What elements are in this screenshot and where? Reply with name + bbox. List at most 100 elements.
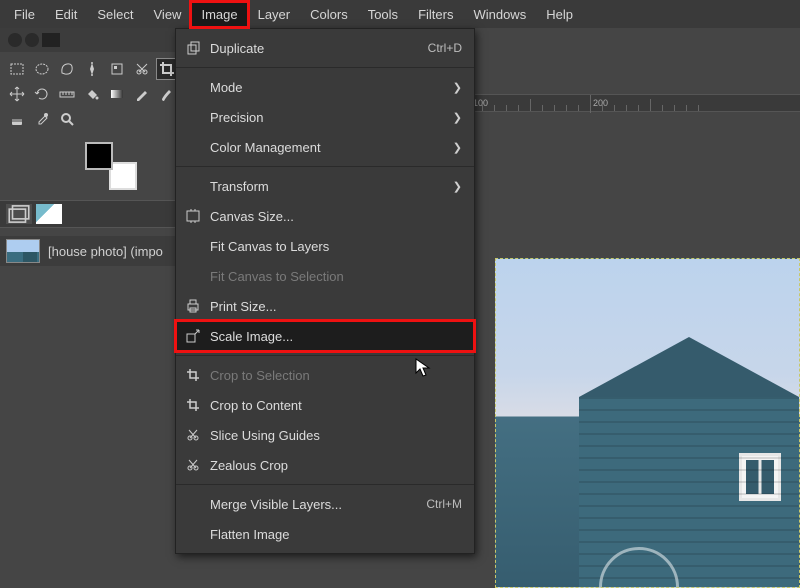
blank-icon: [184, 78, 202, 96]
menu-item-color-management[interactable]: Color Management ❯: [176, 132, 474, 162]
ruler-tick-label: 200: [593, 98, 608, 108]
menu-item-label: Canvas Size...: [210, 209, 462, 224]
dock-tab-thumbnail[interactable]: [36, 204, 62, 224]
dock-tab-layers[interactable]: [6, 204, 32, 224]
menu-item-mode[interactable]: Mode ❯: [176, 72, 474, 102]
tool-pencil[interactable]: [131, 83, 153, 105]
menu-item-merge-visible-layers[interactable]: Merge Visible Layers... Ctrl+M: [176, 489, 474, 519]
tool-rect-select[interactable]: [6, 58, 28, 80]
menu-item-crop-to-selection: Crop to Selection: [176, 360, 474, 390]
ruler-horizontal: 0100200: [475, 94, 800, 112]
menu-help[interactable]: Help: [536, 2, 583, 27]
color-swatches[interactable]: [85, 142, 137, 190]
menu-view[interactable]: View: [144, 2, 192, 27]
menu-item-fit-canvas-to-layers[interactable]: Fit Canvas to Layers: [176, 231, 474, 261]
menu-item-flatten-image[interactable]: Flatten Image: [176, 519, 474, 549]
menu-separator: [176, 355, 474, 356]
zealous-icon: [184, 456, 202, 474]
layer-item[interactable]: [house photo] (impo: [0, 236, 175, 266]
menu-item-precision[interactable]: Precision ❯: [176, 102, 474, 132]
menu-item-zealous-crop[interactable]: Zealous Crop: [176, 450, 474, 480]
menu-item-label: Flatten Image: [210, 527, 462, 542]
chevron-right-icon: ❯: [453, 81, 462, 94]
menu-item-shortcut: Ctrl+D: [428, 41, 462, 55]
menu-item-label: Duplicate: [210, 41, 420, 56]
menu-select[interactable]: Select: [87, 2, 143, 27]
tool-zoom[interactable]: [56, 108, 78, 130]
menu-item-label: Mode: [210, 80, 445, 95]
background-color-swatch[interactable]: [109, 162, 137, 190]
image-menu-dropdown: DuplicateCtrl+DMode❯Precision❯Color Mana…: [175, 28, 475, 554]
menu-item-slice-using-guides[interactable]: Slice Using Guides: [176, 420, 474, 450]
foreground-color-swatch[interactable]: [85, 142, 113, 170]
menu-item-shortcut: Ctrl+M: [426, 497, 462, 511]
menu-item-scale-image[interactable]: Scale Image...: [176, 321, 474, 351]
dock-tabs: [0, 200, 175, 228]
menu-edit[interactable]: Edit: [45, 2, 87, 27]
menu-item-label: Merge Visible Layers...: [210, 497, 418, 512]
tool-eraser[interactable]: [6, 108, 28, 130]
menu-item-crop-to-content[interactable]: Crop to Content: [176, 390, 474, 420]
menu-item-label: Zealous Crop: [210, 458, 462, 473]
menu-file[interactable]: File: [4, 2, 45, 27]
menu-item-label: Fit Canvas to Layers: [210, 239, 462, 254]
menu-item-label: Fit Canvas to Selection: [210, 269, 462, 284]
blank-icon: [184, 267, 202, 285]
tool-measure[interactable]: [56, 83, 78, 105]
tool-rotate[interactable]: [31, 83, 53, 105]
menu-item-label: Scale Image...: [210, 329, 462, 344]
tool-color-picker[interactable]: [31, 108, 53, 130]
toolbox-header: [0, 28, 175, 52]
menu-item-print-size[interactable]: Print Size...: [176, 291, 474, 321]
menu-item-transform[interactable]: Transform❯: [176, 171, 474, 201]
menu-separator: [176, 67, 474, 68]
layer-thumbnail: [6, 239, 40, 263]
duplicate-icon: [184, 39, 202, 57]
image-canvas[interactable]: [495, 258, 800, 588]
menu-separator: [176, 166, 474, 167]
print-icon: [184, 297, 202, 315]
ruler-tick-label: 100: [473, 98, 488, 108]
blank-icon: [184, 525, 202, 543]
left-sidebar: [house photo] (impo: [0, 28, 175, 588]
slice-icon: [184, 426, 202, 444]
menu-item-label: Precision: [210, 110, 445, 125]
tool-by-color-select[interactable]: [106, 58, 128, 80]
menu-item-duplicate[interactable]: Duplicate Ctrl+D: [176, 33, 474, 63]
menubar: FileEditSelectViewImageLayerColorsToolsF…: [0, 0, 800, 28]
menu-item-label: Slice Using Guides: [210, 428, 462, 443]
canvas-icon: [184, 207, 202, 225]
house-window: [739, 453, 781, 501]
menu-item-label: Crop to Selection: [210, 368, 462, 383]
menu-image[interactable]: Image: [191, 2, 247, 27]
chevron-right-icon: ❯: [453, 111, 462, 124]
menu-item-label: Color Management: [210, 140, 445, 155]
menu-tools[interactable]: Tools: [358, 2, 408, 27]
menu-filters[interactable]: Filters: [408, 2, 463, 27]
scale-icon: [184, 327, 202, 345]
menu-windows[interactable]: Windows: [463, 2, 536, 27]
layer-name: [house photo] (impo: [48, 244, 163, 259]
menu-item-label: Transform: [210, 179, 445, 194]
tool-bucket[interactable]: [81, 83, 103, 105]
tool-ellipse-select[interactable]: [31, 58, 53, 80]
menu-item-canvas-size[interactable]: Canvas Size...: [176, 201, 474, 231]
blank-icon: [184, 138, 202, 156]
menu-separator: [176, 484, 474, 485]
blank-icon: [184, 237, 202, 255]
crop-icon: [184, 396, 202, 414]
tool-gradient[interactable]: [106, 83, 128, 105]
blank-icon: [184, 177, 202, 195]
tool-scissors[interactable]: [131, 58, 153, 80]
menu-colors[interactable]: Colors: [300, 2, 358, 27]
menu-item-fit-canvas-to-selection: Fit Canvas to Selection: [176, 261, 474, 291]
tool-fuzzy-select[interactable]: [81, 58, 103, 80]
blank-icon: [184, 495, 202, 513]
blank-icon: [184, 108, 202, 126]
crop-icon: [184, 366, 202, 384]
tool-move[interactable]: [6, 83, 28, 105]
tool-free-select[interactable]: [56, 58, 78, 80]
menu-layer[interactable]: Layer: [248, 2, 301, 27]
toolbox: [0, 52, 175, 136]
chevron-right-icon: ❯: [453, 141, 462, 154]
